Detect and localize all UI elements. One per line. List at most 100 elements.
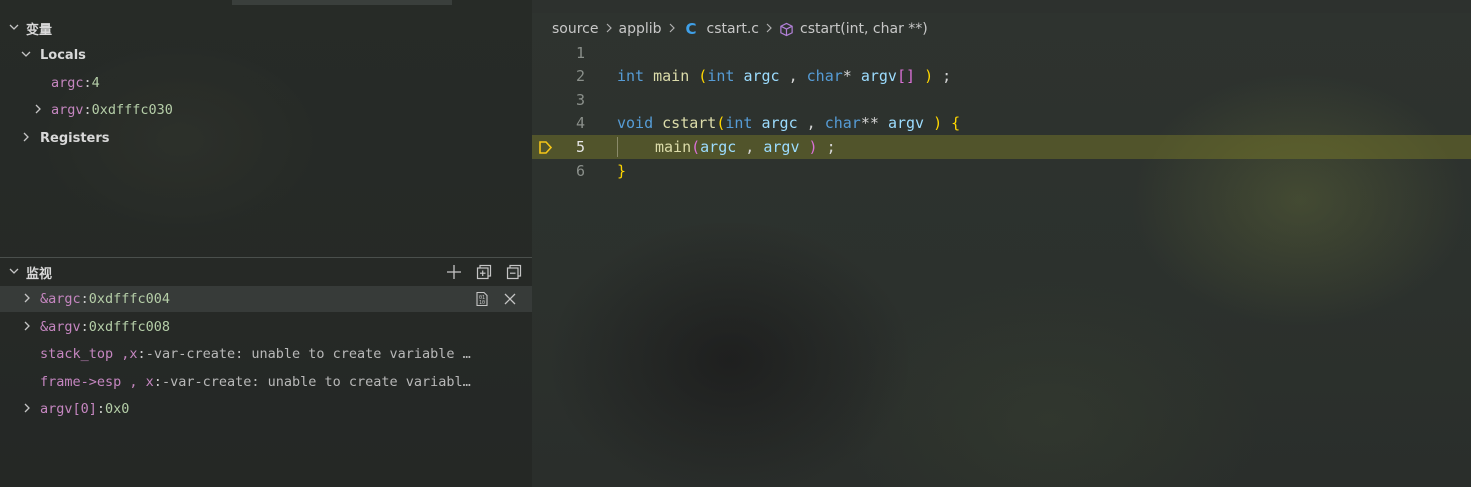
code-editor[interactable]: source applib C cstart.c cstart(int, cha… (532, 0, 1471, 487)
chevron-down-icon (6, 22, 22, 35)
watch-row-frame-esp[interactable]: frame->esp , x : -var-create: unable to … (0, 369, 532, 395)
token-parameter: argv (887, 114, 925, 132)
watch-title: 监视 (26, 266, 53, 282)
chevron-right-icon[interactable] (19, 403, 35, 416)
watch-value: 0xdfffc004 (88, 291, 171, 307)
token-keyword: char (824, 114, 861, 132)
chevron-down-icon (6, 266, 22, 279)
token-keyword: void (617, 114, 654, 132)
variables-section-header[interactable]: 变量 (0, 16, 532, 40)
token-bracket: ( (691, 138, 701, 156)
watch-row-argc-address[interactable]: &argc : 0xdfffc004 01 10 (0, 286, 532, 312)
breadcrumb: source applib C cstart.c cstart(int, cha… (552, 18, 928, 40)
token-bracket: [] (896, 67, 916, 85)
code-line: 6 } (532, 159, 1471, 183)
watch-error-message: -var-create: unable to create variable … (145, 346, 471, 362)
watch-value: 0xdfffc008 (88, 319, 171, 335)
token-operator: , (736, 138, 764, 156)
watch-expression: stack_top ,x (40, 346, 138, 362)
locals-scope[interactable]: Locals (0, 43, 532, 67)
variable-row-argv[interactable]: argv : 0xdfffc030 (0, 97, 532, 123)
watch-expression: frame->esp , x (40, 374, 154, 390)
chevron-right-icon (18, 132, 34, 145)
watch-separator: : (153, 374, 162, 390)
variable-separator: : (83, 75, 92, 91)
chevron-right-icon[interactable] (19, 293, 35, 306)
remove-all-icon[interactable] (504, 262, 524, 282)
variables-title: 变量 (26, 22, 53, 38)
current-execution-line: 5 main(argc , argv ) ; (532, 135, 1471, 159)
watch-toolbar (444, 262, 524, 282)
line-number: 2 (575, 67, 585, 85)
registers-scope[interactable]: Registers (0, 126, 532, 150)
code-line: 4 void cstart(int argc , char** argv ) { (532, 111, 1471, 135)
token-operator: ; (817, 138, 836, 156)
breadcrumb-folder-applib[interactable]: applib (619, 21, 662, 37)
registers-label: Registers (40, 130, 110, 146)
top-tab-strip (232, 0, 452, 5)
variable-row-argc[interactable]: argc : 4 (0, 70, 532, 96)
token-keyword: int (617, 67, 645, 85)
breadcrumb-symbol[interactable]: cstart(int, char **) (800, 21, 928, 37)
watch-separator: : (80, 319, 89, 335)
variable-name: argc (51, 75, 84, 91)
variable-separator: : (83, 102, 92, 118)
line-number: 4 (575, 114, 585, 132)
chevron-right-icon (668, 22, 676, 36)
close-icon[interactable] (500, 289, 520, 309)
breakpoint-arrow-icon[interactable] (538, 140, 553, 154)
line-number: 6 (575, 162, 585, 180)
watch-error-message: -var-create: unable to create variabl… (161, 374, 471, 390)
token-function: main (655, 138, 692, 156)
code-line: 2 int main (int argc , char* argv[] ) ; (532, 64, 1471, 88)
section-divider (0, 257, 532, 258)
breadcrumb-folder-source[interactable]: source (552, 21, 599, 37)
token-parameter: argv (860, 67, 897, 85)
c-language-icon: C (685, 20, 697, 38)
token-operator: ; (933, 67, 952, 85)
watch-value: 0x0 (105, 401, 130, 417)
chevron-right-icon (765, 22, 773, 36)
code-text: main(argc , argv ) ; (655, 138, 836, 156)
code-line: 3 (532, 88, 1471, 112)
svg-text:10: 10 (479, 300, 485, 306)
watch-separator: : (80, 291, 89, 307)
token-bracket: ( (698, 67, 708, 85)
editor-tab-strip (532, 0, 1471, 13)
chevron-down-icon (18, 49, 34, 62)
token-bracket: ) (924, 67, 934, 85)
token-operator: ** (860, 114, 879, 132)
variable-value: 4 (91, 75, 100, 91)
token-operator: , (779, 67, 807, 85)
add-expression-icon[interactable] (444, 262, 464, 282)
variable-name: argv (51, 102, 84, 118)
breadcrumb-file[interactable]: cstart.c (707, 21, 759, 37)
watch-separator: : (137, 346, 146, 362)
token-keyword: int (707, 67, 735, 85)
token-operator: * (842, 67, 852, 85)
debug-sidebar: 变量 Locals argc : 4 argv : 0xdfffc030 Reg… (0, 0, 532, 487)
watch-row-argv-address[interactable]: &argv : 0xdfffc008 (0, 314, 532, 340)
token-parameter: argc (743, 67, 780, 85)
collapse-all-icon[interactable] (474, 262, 494, 282)
token-keyword: char (806, 67, 843, 85)
chevron-right-icon[interactable] (19, 321, 35, 334)
token-function: main (653, 67, 690, 85)
code-text: void cstart(int argc , char** argv ) { (617, 114, 960, 132)
token-parameter: argv (763, 138, 800, 156)
watch-expression: &argc (40, 291, 81, 307)
chevron-right-icon (605, 22, 613, 36)
watch-row-argv0[interactable]: argv[0] : 0x0 (0, 396, 532, 422)
chevron-right-icon[interactable] (30, 104, 46, 117)
code-text: int main (int argc , char* argv[] ) ; (617, 67, 951, 85)
locals-label: Locals (40, 47, 86, 63)
token-bracket: { (951, 114, 961, 132)
code-text: } (617, 162, 626, 180)
token-parameter: argc (700, 138, 737, 156)
binary-view-icon[interactable]: 01 10 (472, 289, 492, 309)
code-line: 1 (532, 41, 1471, 65)
watch-row-stack-top[interactable]: stack_top ,x : -var-create: unable to cr… (0, 341, 532, 367)
token-keyword: int (725, 114, 753, 132)
line-number: 1 (575, 44, 585, 62)
token-operator: , (797, 114, 825, 132)
